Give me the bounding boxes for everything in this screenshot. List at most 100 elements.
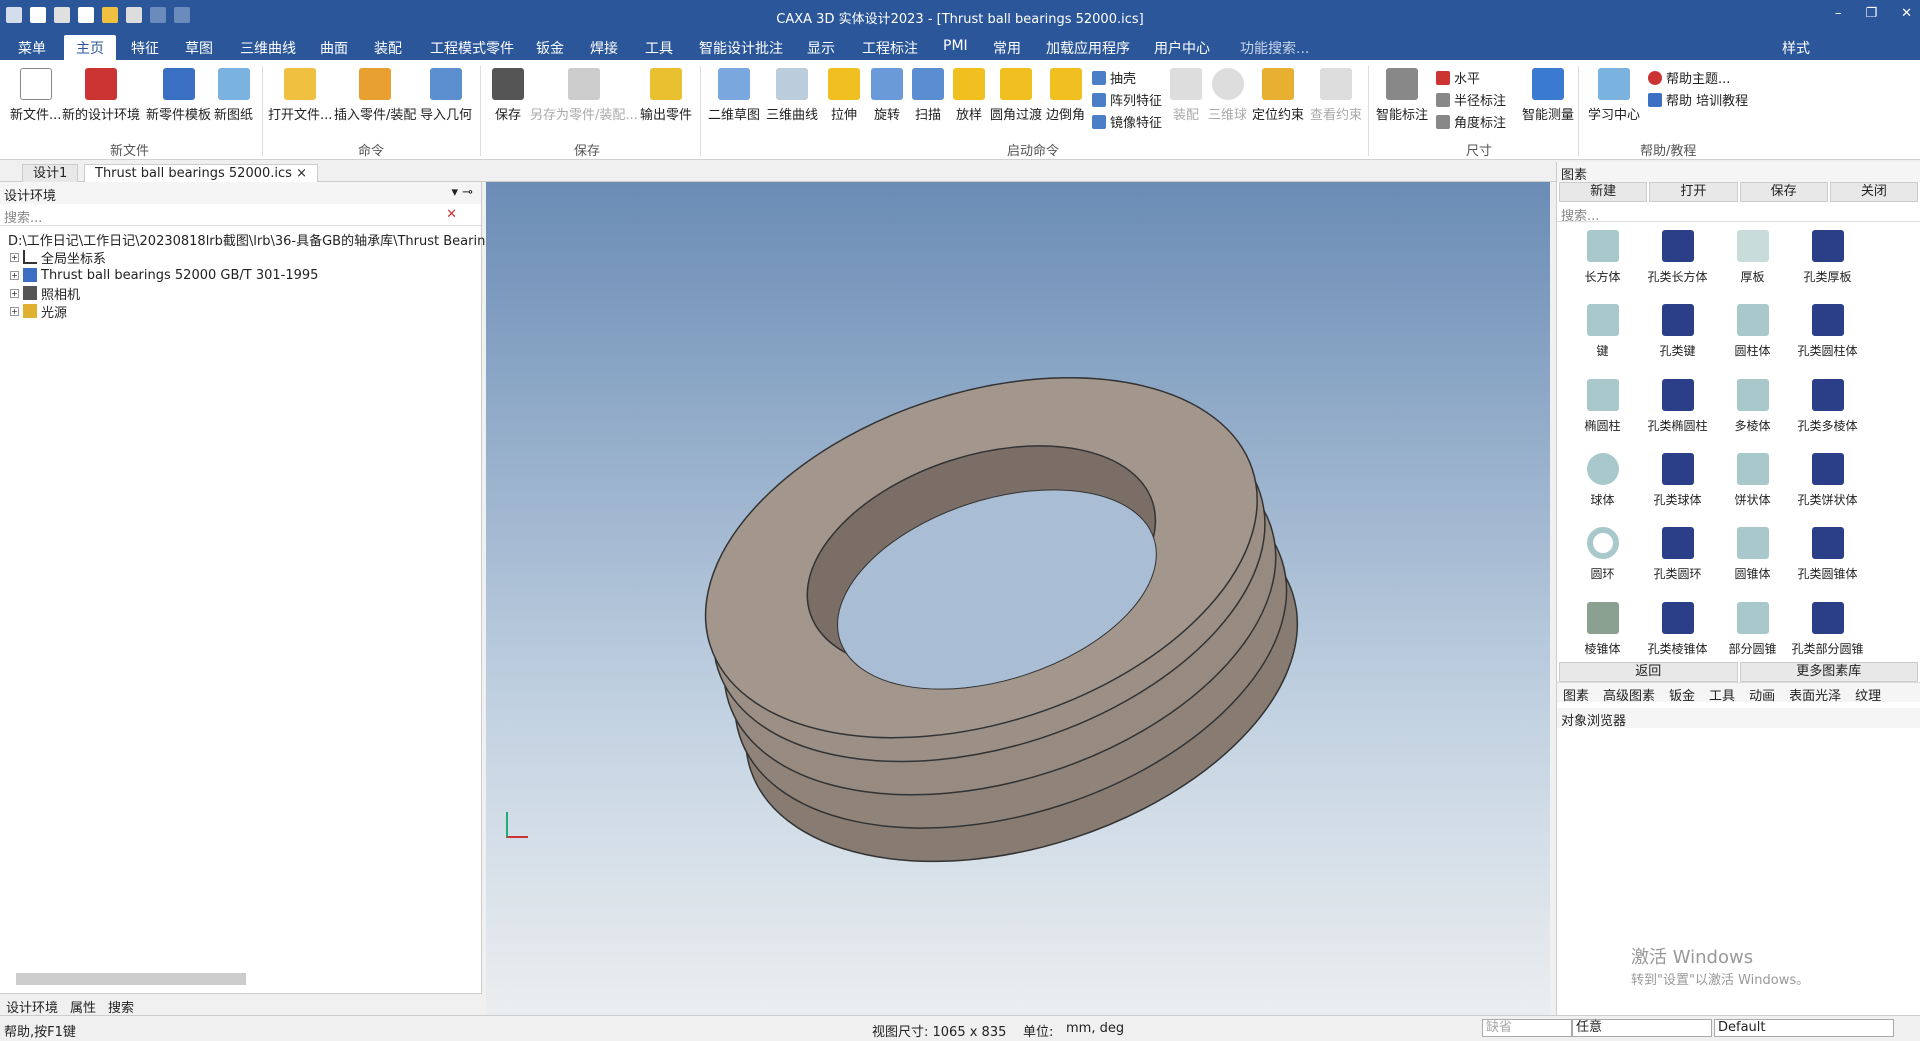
insert-part-button[interactable]: 插入零件/装配 — [334, 68, 416, 123]
menu-tab-addins[interactable]: 加载应用程序 — [1046, 38, 1130, 58]
chamfer-button[interactable]: 边倒角 — [1046, 68, 1085, 123]
menu-tab-assembly[interactable]: 装配 — [374, 38, 402, 58]
elements-search-input[interactable]: 搜索... — [1561, 209, 1599, 224]
tab-design-env[interactable]: 设计环境 — [6, 997, 58, 1016]
element-item[interactable]: 孔类饼状体 — [1790, 452, 1865, 509]
tree-root[interactable]: D:\工作日记\工作日记\20230818lrb截图\lrb\36-具备GB的轴… — [0, 230, 505, 249]
angle-dim-button[interactable]: 角度标注 — [1436, 112, 1506, 131]
import-geometry-button[interactable]: 导入几何 — [420, 68, 472, 123]
revolve-button[interactable]: 旋转 — [871, 68, 903, 123]
3d-viewport[interactable] — [486, 182, 1550, 1015]
element-item[interactable]: 球体 — [1565, 452, 1640, 509]
open-file-button[interactable]: 打开文件... — [268, 68, 332, 123]
element-item[interactable]: 棱锥体 — [1565, 601, 1640, 658]
menu-tab-menu[interactable]: 菜单 — [18, 38, 46, 58]
element-item[interactable]: 孔类棱锥体 — [1640, 601, 1715, 658]
close-tab-icon[interactable]: × — [296, 166, 307, 181]
2d-sketch-button[interactable]: 二维草图 — [708, 68, 760, 123]
doc-tab-design1[interactable]: 设计1 — [22, 164, 79, 182]
new-catalog-button[interactable]: 新建 — [1559, 182, 1648, 202]
element-item[interactable]: 圆柱体 — [1715, 304, 1790, 360]
element-item[interactable]: 孔类多棱体 — [1790, 378, 1865, 435]
smart-dimension-button[interactable]: 智能标注 — [1376, 68, 1428, 123]
element-item[interactable]: 多棱体 — [1715, 378, 1790, 435]
expand-icon[interactable]: + — [10, 270, 19, 280]
clear-search-icon[interactable]: ✕ — [446, 207, 457, 222]
filter-select[interactable]: 缺省 — [1482, 1019, 1572, 1037]
new-file-button[interactable]: 新文件... — [10, 68, 61, 123]
menu-tab-feature[interactable]: 特征 — [131, 38, 159, 58]
menu-tab-pmi[interactable]: PMI — [943, 38, 968, 54]
menu-tab-common[interactable]: 常用 — [993, 38, 1021, 58]
element-item[interactable]: 长方体 — [1565, 230, 1640, 286]
minimize-button[interactable]: – — [1835, 6, 1842, 21]
smart-measure-button[interactable]: 智能测量 — [1522, 68, 1574, 123]
bearing-model[interactable] — [486, 182, 1550, 1015]
shell-button[interactable]: 抽壳 — [1092, 68, 1136, 87]
view-constraint-button[interactable]: 查看约束 — [1310, 68, 1362, 123]
element-item[interactable]: 椭圆柱 — [1565, 378, 1640, 435]
more-elements-button[interactable]: 更多图素库 — [1739, 662, 1918, 682]
save-catalog-button[interactable]: 保存 — [1739, 182, 1828, 202]
new-drawing-button[interactable]: 新图纸 — [214, 68, 253, 123]
mirror-button[interactable]: 镜像特征 — [1092, 112, 1162, 131]
menu-tab-display[interactable]: 显示 — [807, 38, 835, 58]
doc-tab-bearing[interactable]: Thrust ball bearings 52000.ics × — [84, 164, 318, 182]
menu-tab-home[interactable]: 主页 — [64, 35, 116, 60]
expand-icon[interactable]: + — [10, 288, 19, 298]
element-item[interactable]: 孔类厚板 — [1790, 230, 1865, 286]
element-item[interactable]: 孔类圆柱体 — [1790, 304, 1865, 360]
selection-select[interactable]: 任意 — [1572, 1019, 1712, 1037]
position-constraint-button[interactable]: 定位约束 — [1252, 68, 1304, 123]
style-select[interactable]: Default — [1714, 1019, 1894, 1037]
extrude-button[interactable]: 拉伸 — [828, 68, 860, 123]
menu-tab-eng-annotation[interactable]: 工程标注 — [862, 38, 918, 58]
new-design-env-button[interactable]: 新的设计环境 — [62, 68, 140, 123]
menu-tab-welding[interactable]: 焊接 — [590, 38, 618, 58]
tab-texture[interactable]: 纹理 — [1855, 685, 1881, 704]
menu-tab-user-center[interactable]: 用户中心 — [1154, 38, 1210, 58]
pattern-button[interactable]: 阵列特征 — [1092, 90, 1162, 109]
tab-elements[interactable]: 图素 — [1563, 685, 1589, 704]
close-catalog-button[interactable]: 关闭 — [1829, 182, 1918, 202]
pin-icon[interactable]: ▾ ⊸ — [451, 185, 473, 200]
element-item[interactable]: 孔类部分圆锥 — [1790, 601, 1865, 658]
training-button[interactable]: 帮助 培训教程 — [1648, 90, 1748, 109]
loft-button[interactable]: 放样 — [953, 68, 985, 123]
element-item[interactable]: 孔类长方体 — [1640, 230, 1715, 286]
tree-item-bearing[interactable]: + Thrust ball bearings 52000 GB/T 301-199… — [0, 266, 481, 284]
tree-item-camera[interactable]: + 照相机 — [0, 284, 481, 303]
element-item[interactable]: 饼状体 — [1715, 452, 1790, 509]
menu-tab-smart-annotation[interactable]: 智能设计批注 — [699, 38, 783, 58]
horizontal-dim-button[interactable]: 水平 — [1436, 68, 1480, 87]
element-item[interactable]: 厚板 — [1715, 230, 1790, 286]
tree-search-input[interactable]: 搜索... — [4, 211, 42, 226]
assembly-button[interactable]: 装配 — [1170, 68, 1202, 123]
tab-surface-finish[interactable]: 表面光泽 — [1789, 685, 1841, 704]
menu-tab-surface[interactable]: 曲面 — [320, 38, 348, 58]
style-menu[interactable]: 样式 — [1782, 38, 1810, 58]
element-item[interactable]: 孔类圆环 — [1640, 527, 1715, 583]
tab-sheet-metal[interactable]: 钣金 — [1669, 685, 1695, 704]
open-catalog-button[interactable]: 打开 — [1649, 182, 1738, 202]
export-part-button[interactable]: 输出零件 — [640, 68, 692, 123]
horizontal-scrollbar[interactable] — [16, 973, 246, 985]
menu-tab-engineering-part[interactable]: 工程模式零件 — [430, 38, 514, 58]
feature-search[interactable]: 功能搜索... — [1240, 38, 1309, 58]
element-item[interactable]: 孔类椭圆柱 — [1640, 378, 1715, 435]
3d-curve-button[interactable]: 三维曲线 — [766, 68, 818, 123]
back-button[interactable]: 返回 — [1559, 662, 1738, 682]
fillet-button[interactable]: 圆角过渡 — [990, 68, 1042, 123]
learning-center-button[interactable]: 学习中心 — [1588, 68, 1640, 123]
tree-item-global-coords[interactable]: + 全局坐标系 — [0, 248, 481, 267]
menu-tab-sketch[interactable]: 草图 — [185, 38, 213, 58]
menu-tab-sheetmetal[interactable]: 钣金 — [536, 38, 564, 58]
tab-search[interactable]: 搜索 — [108, 997, 134, 1016]
menu-tab-3dcurve[interactable]: 三维曲线 — [240, 38, 296, 58]
menu-tab-tools[interactable]: 工具 — [645, 38, 673, 58]
radius-dim-button[interactable]: 半径标注 — [1436, 90, 1506, 109]
save-button[interactable]: 保存 — [492, 68, 524, 123]
expand-icon[interactable]: + — [10, 252, 19, 262]
tab-tools[interactable]: 工具 — [1709, 685, 1735, 704]
new-part-template-button[interactable]: 新零件模板 — [146, 68, 211, 123]
